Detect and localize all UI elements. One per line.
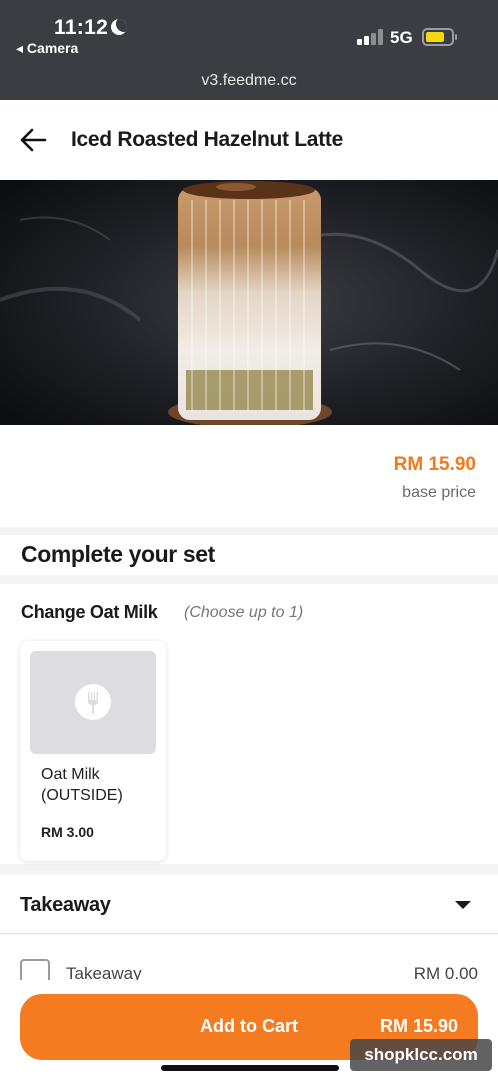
status-bar: 11:12 ◂ Camera 5G v3.feedme.cc: [0, 0, 498, 100]
takeaway-dropdown[interactable]: Takeaway: [0, 874, 498, 934]
page-title: Iced Roasted Hazelnut Latte: [71, 128, 343, 151]
takeaway-checkbox[interactable]: [20, 959, 50, 980]
network-type: 5G: [390, 28, 413, 47]
addon-card-oat-milk[interactable]: Oat Milk (OUTSIDE) RM 3.00: [20, 641, 166, 861]
addon-name: Oat Milk (OUTSIDE): [41, 766, 123, 804]
home-indicator: [161, 1065, 339, 1071]
section-title: Complete your set: [21, 541, 215, 567]
takeaway-title: Takeaway: [20, 894, 111, 916]
option-group-hint: (Choose up to 1): [184, 604, 304, 621]
cart-total: RM 15.90: [379, 1016, 458, 1036]
base-price: RM 15.90: [393, 454, 476, 475]
complete-set-heading: Complete your set: [0, 535, 498, 575]
fork-icon: [75, 684, 111, 720]
address-bar[interactable]: v3.feedme.cc: [0, 72, 498, 90]
clock: 11:12: [54, 16, 109, 39]
price-section: RM 15.90 base price: [0, 425, 498, 527]
option-group-oat-milk: Change Oat Milk (Choose up to 1) Oat Mil…: [0, 584, 498, 864]
addon-image-placeholder: [30, 651, 156, 754]
takeaway-option-label: Takeaway: [66, 964, 142, 980]
option-group-title: Change Oat Milk: [21, 602, 158, 622]
caret-down-icon: [455, 901, 471, 909]
moon-icon: [111, 19, 127, 35]
back-to-app-link[interactable]: ◂ Camera: [16, 40, 78, 57]
signal-icon: [357, 29, 383, 45]
base-price-label: base price: [402, 484, 476, 501]
addon-price: RM 3.00: [41, 824, 94, 840]
back-arrow-icon[interactable]: [18, 126, 48, 154]
product-image: [0, 180, 498, 425]
page-header: Iced Roasted Hazelnut Latte: [0, 100, 498, 180]
watermark: shopklcc.com: [350, 1039, 492, 1071]
takeaway-option-price: RM 0.00: [413, 964, 478, 980]
battery-icon: [422, 28, 457, 46]
takeaway-option-row[interactable]: Takeaway RM 0.00: [0, 935, 498, 980]
